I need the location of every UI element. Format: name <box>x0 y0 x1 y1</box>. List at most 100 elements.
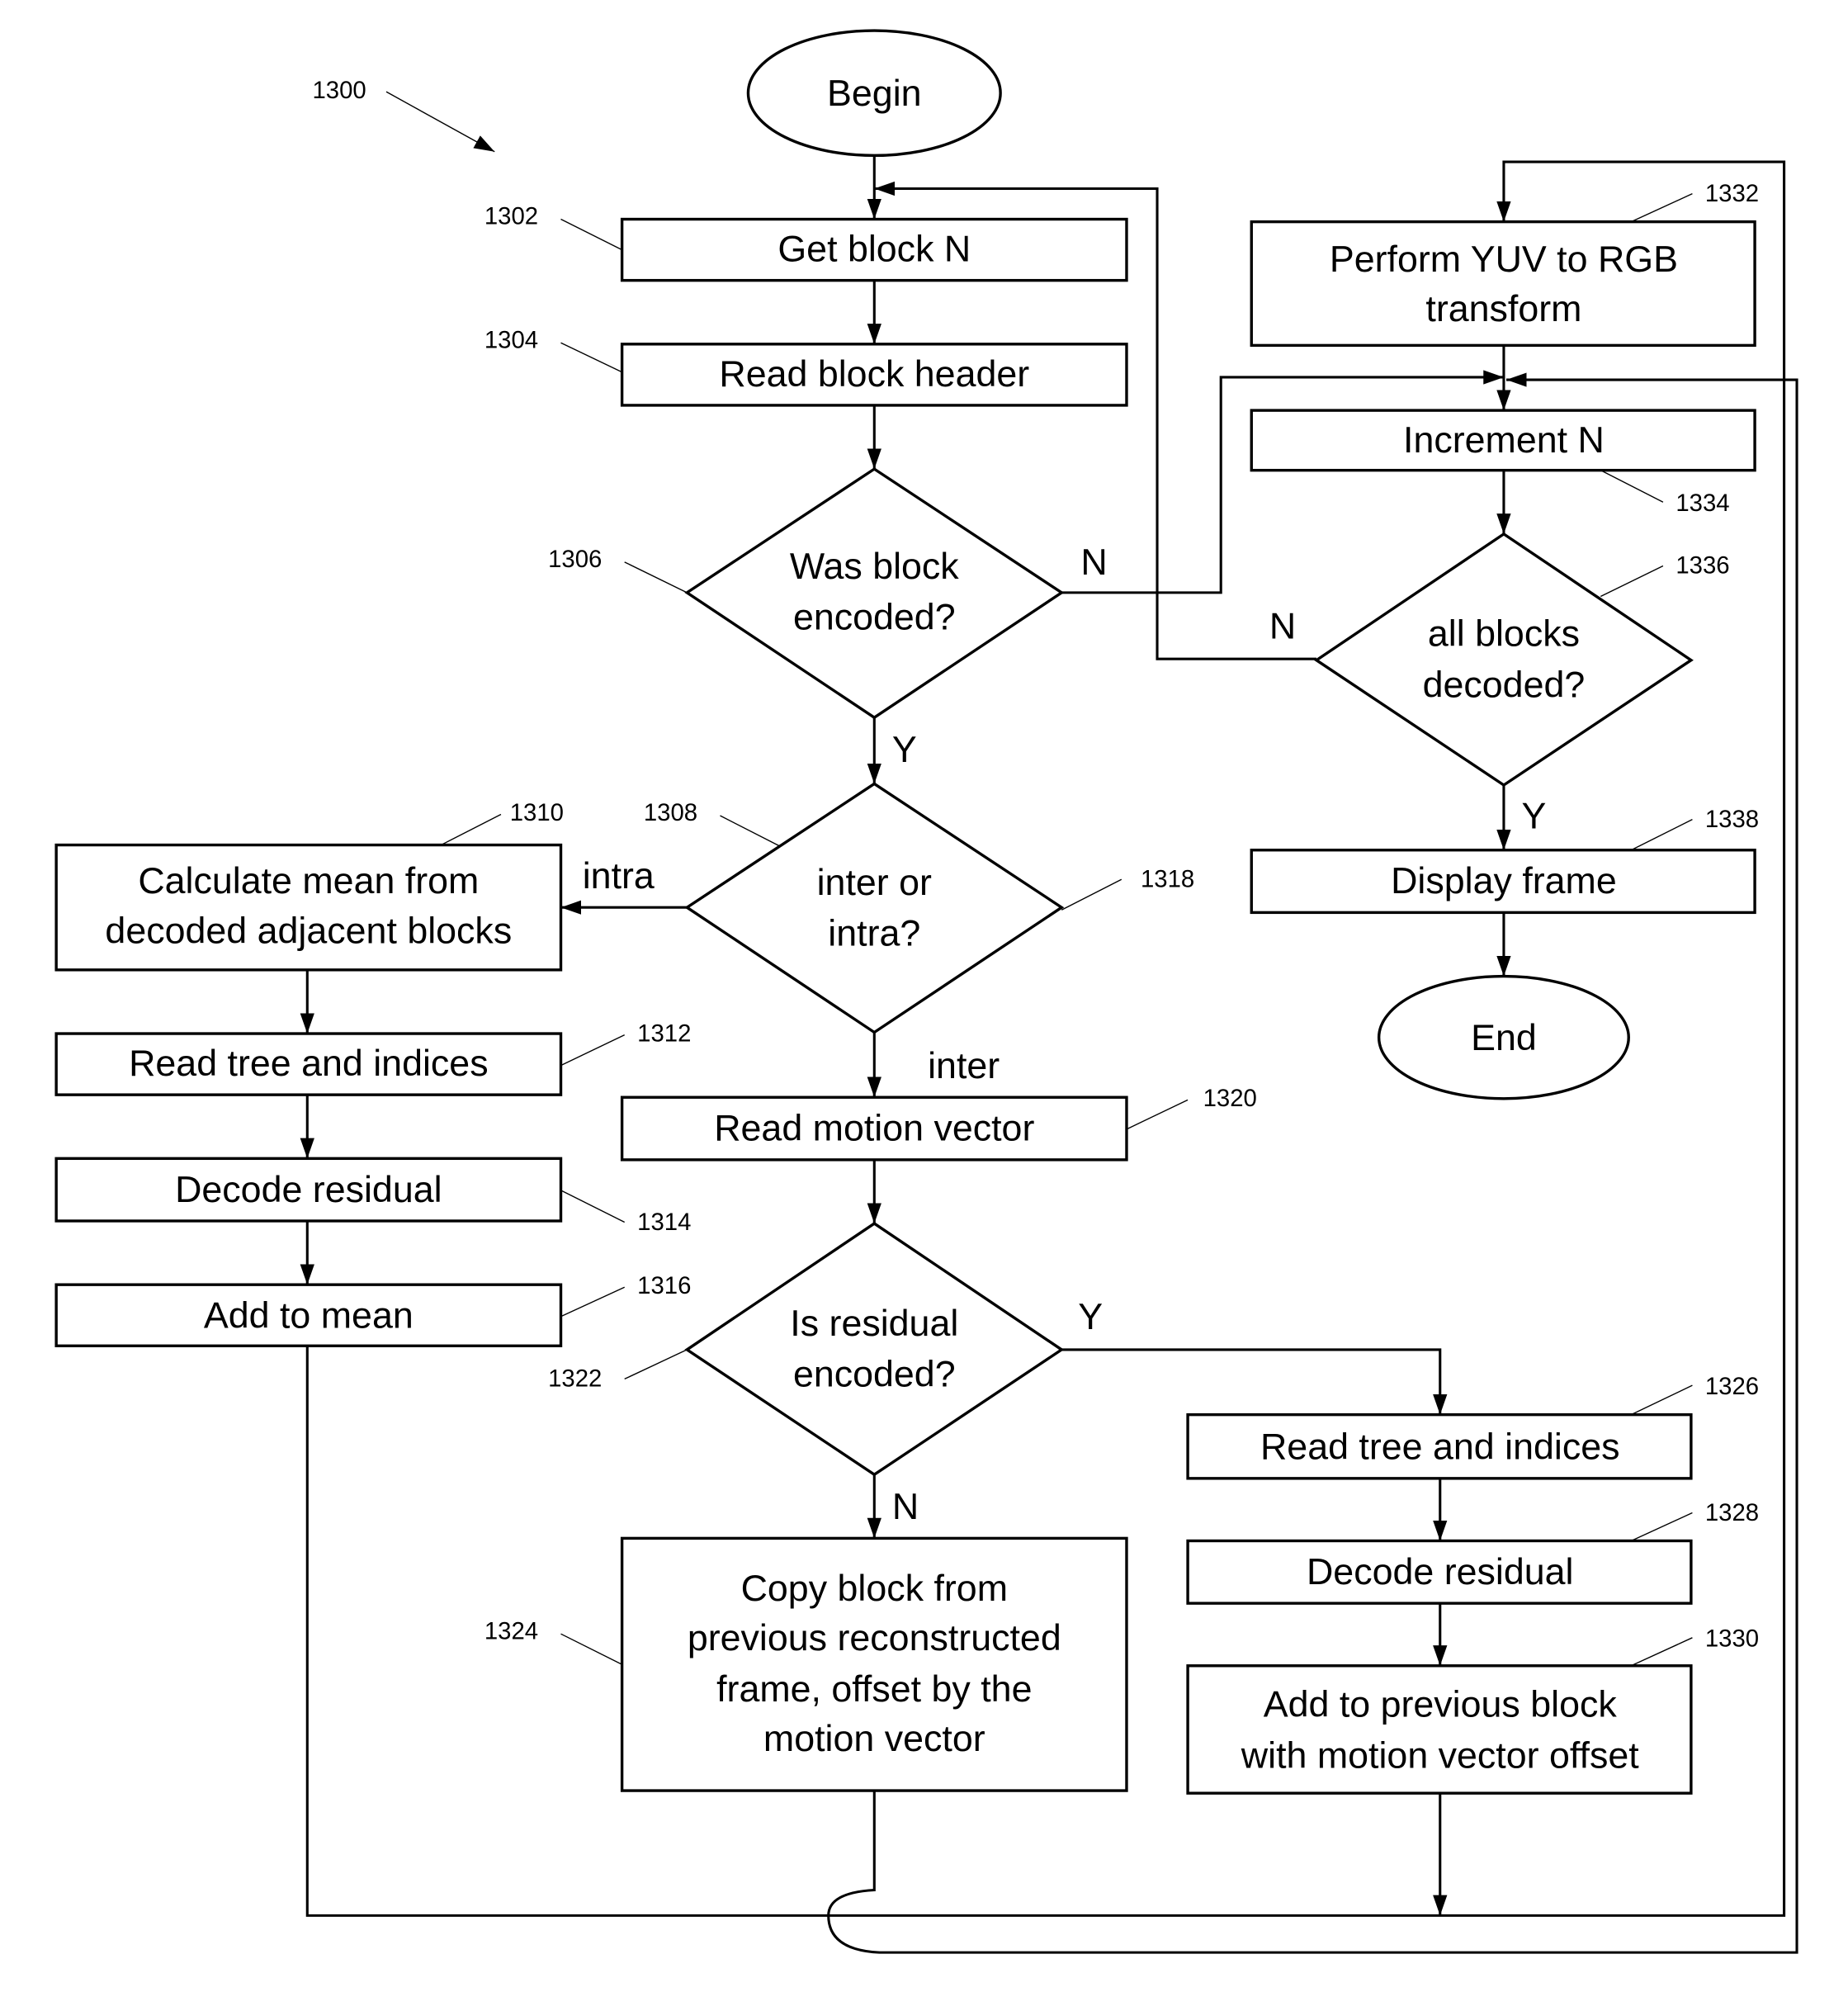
begin-label: Begin <box>827 73 921 114</box>
ref-1322: 1322 <box>548 1365 602 1393</box>
leader-1338 <box>1631 819 1693 851</box>
leader-1330 <box>1631 1637 1693 1667</box>
decision-1308-line2: intra? <box>828 913 920 954</box>
step-1330-line1: Add to previous block <box>1264 1684 1618 1725</box>
leader-1314 <box>560 1190 626 1223</box>
ref-1316: 1316 <box>637 1272 691 1299</box>
end-label: End <box>1471 1017 1537 1058</box>
leader-1324 <box>560 1633 622 1665</box>
step-1338-display-frame: Display frame 1338 <box>1250 806 1759 915</box>
leader-1318 <box>1061 878 1123 911</box>
decision-1322-diamond <box>684 1222 1065 1477</box>
step-1312-read-tree: Read tree and indices 1312 <box>54 1020 691 1096</box>
ref-1336: 1336 <box>1675 552 1729 580</box>
decision-1336-line2: decoded? <box>1423 664 1586 705</box>
step-1304-label: Read block header <box>719 353 1029 395</box>
ref-1326: 1326 <box>1705 1373 1759 1400</box>
step-1302-get-block: Get block N 1302 <box>484 203 1128 282</box>
leader-1332 <box>1631 193 1693 223</box>
leader-1328 <box>1631 1512 1693 1542</box>
edge-label-1306-yes: Y <box>892 729 917 770</box>
leader-1302 <box>560 218 622 251</box>
decision-1336-line1: all blocks <box>1428 613 1580 655</box>
ref-1330: 1330 <box>1705 1625 1759 1653</box>
decision-1308-diamond <box>684 782 1065 1034</box>
leader-1322 <box>624 1349 688 1380</box>
leader-1334 <box>1600 470 1664 503</box>
step-1326-label: Read tree and indices <box>1260 1427 1620 1468</box>
step-1310-line1: Calculate mean from <box>138 860 479 901</box>
step-1304-read-header: Read block header 1304 <box>484 326 1128 407</box>
ref-1312: 1312 <box>637 1020 691 1047</box>
decision-1322-line1: Is residual <box>790 1303 958 1344</box>
step-1328-decode-residual: Decode residual 1328 <box>1186 1499 1759 1605</box>
step-1332-line2: transform <box>1425 288 1581 329</box>
decision-1336-diamond <box>1313 532 1694 788</box>
step-1316-label: Add to mean <box>204 1295 414 1337</box>
edge-label-1308-inter: inter <box>928 1045 1000 1086</box>
decision-1306-line2: encoded? <box>793 597 956 638</box>
ref-1334: 1334 <box>1675 490 1729 517</box>
decision-1306-line1: Was block <box>790 546 959 587</box>
step-1302-label: Get block N <box>777 228 971 269</box>
decision-1322-residual-encoded: Is residual encoded? 1322 Y N <box>548 1222 1103 1527</box>
end-terminator: End <box>1377 974 1630 1100</box>
ref-1306: 1306 <box>548 546 602 573</box>
step-1332-yuv-to-rgb: Perform YUV to RGB transform 1332 <box>1250 180 1759 348</box>
step-1316-add-to-mean: Add to mean 1316 <box>54 1272 691 1347</box>
leader-1326 <box>1631 1384 1693 1416</box>
step-1324-line1: Copy block from <box>741 1568 1008 1609</box>
figure-ref-label: 1300 <box>312 77 366 104</box>
ref-1314: 1314 <box>637 1209 691 1236</box>
leader-1306 <box>624 561 688 594</box>
edge-label-1306-no: N <box>1080 542 1107 583</box>
decision-1306-was-encoded: Was block encoded? 1306 N Y <box>548 467 1108 770</box>
step-1320-label: Read motion vector <box>714 1108 1034 1149</box>
step-1324-line3: frame, offset by the <box>716 1668 1032 1710</box>
edge-1322-1326 <box>1061 1348 1448 1415</box>
step-1330-line2: with motion vector offset <box>1241 1734 1639 1776</box>
step-1332-line1: Perform YUV to RGB <box>1330 239 1678 280</box>
decision-1306-diamond <box>684 467 1065 720</box>
edge-label-1322-no: N <box>892 1486 919 1527</box>
leader-1310 <box>441 813 502 846</box>
ref-1304: 1304 <box>484 326 538 353</box>
edge-label-1322-yes: Y <box>1078 1296 1103 1337</box>
ref-1324: 1324 <box>484 1617 538 1644</box>
step-1312-label: Read tree and indices <box>129 1043 489 1084</box>
figure-ref-arrow <box>385 91 495 153</box>
step-1310-calc-mean: Calculate mean from decoded adjacent blo… <box>54 799 564 972</box>
ref-1308: 1308 <box>644 799 697 826</box>
step-1310-line2: decoded adjacent blocks <box>105 910 512 951</box>
flowchart: 1300 Begin Get block N 1302 Read block h… <box>54 29 1798 1954</box>
ref-1332: 1332 <box>1705 180 1759 207</box>
step-1330-add-to-previous: Add to previous block with motion vector… <box>1186 1625 1759 1795</box>
step-1338-label: Display frame <box>1391 860 1617 901</box>
ref-1338: 1338 <box>1705 806 1759 833</box>
leader-1316 <box>560 1286 625 1318</box>
ref-1318: 1318 <box>1141 866 1194 893</box>
leader-1312 <box>560 1034 626 1067</box>
step-1324-line2: previous reconstructed <box>688 1617 1061 1658</box>
ref-1320: 1320 <box>1203 1085 1257 1112</box>
decision-1308-line1: inter or <box>817 862 932 903</box>
step-1328-label: Decode residual <box>1307 1551 1574 1592</box>
step-1326-read-tree: Read tree and indices 1326 <box>1186 1373 1759 1480</box>
step-1320-read-motion-vector: Read motion vector 1320 <box>620 1085 1257 1162</box>
leader-1320 <box>1126 1099 1189 1130</box>
step-1324-copy-block: Copy block from previous reconstructed f… <box>484 1536 1128 1792</box>
step-1314-decode-residual: Decode residual 1314 <box>54 1157 691 1236</box>
step-1334-label: Increment N <box>1403 419 1605 461</box>
edge-label-1336-no: N <box>1269 605 1296 646</box>
leader-1304 <box>560 342 622 373</box>
begin-terminator: Begin <box>746 29 1002 158</box>
decision-1322-line2: encoded? <box>793 1354 956 1395</box>
ref-1328: 1328 <box>1705 1499 1759 1526</box>
leader-1336 <box>1600 565 1664 598</box>
edge-label-1336-yes: Y <box>1522 795 1547 836</box>
edge-label-1308-intra: intra <box>583 855 655 897</box>
leader-1308 <box>720 815 781 847</box>
ref-1302: 1302 <box>484 203 538 230</box>
step-1314-label: Decode residual <box>175 1169 442 1210</box>
step-1324-line4: motion vector <box>763 1718 985 1759</box>
